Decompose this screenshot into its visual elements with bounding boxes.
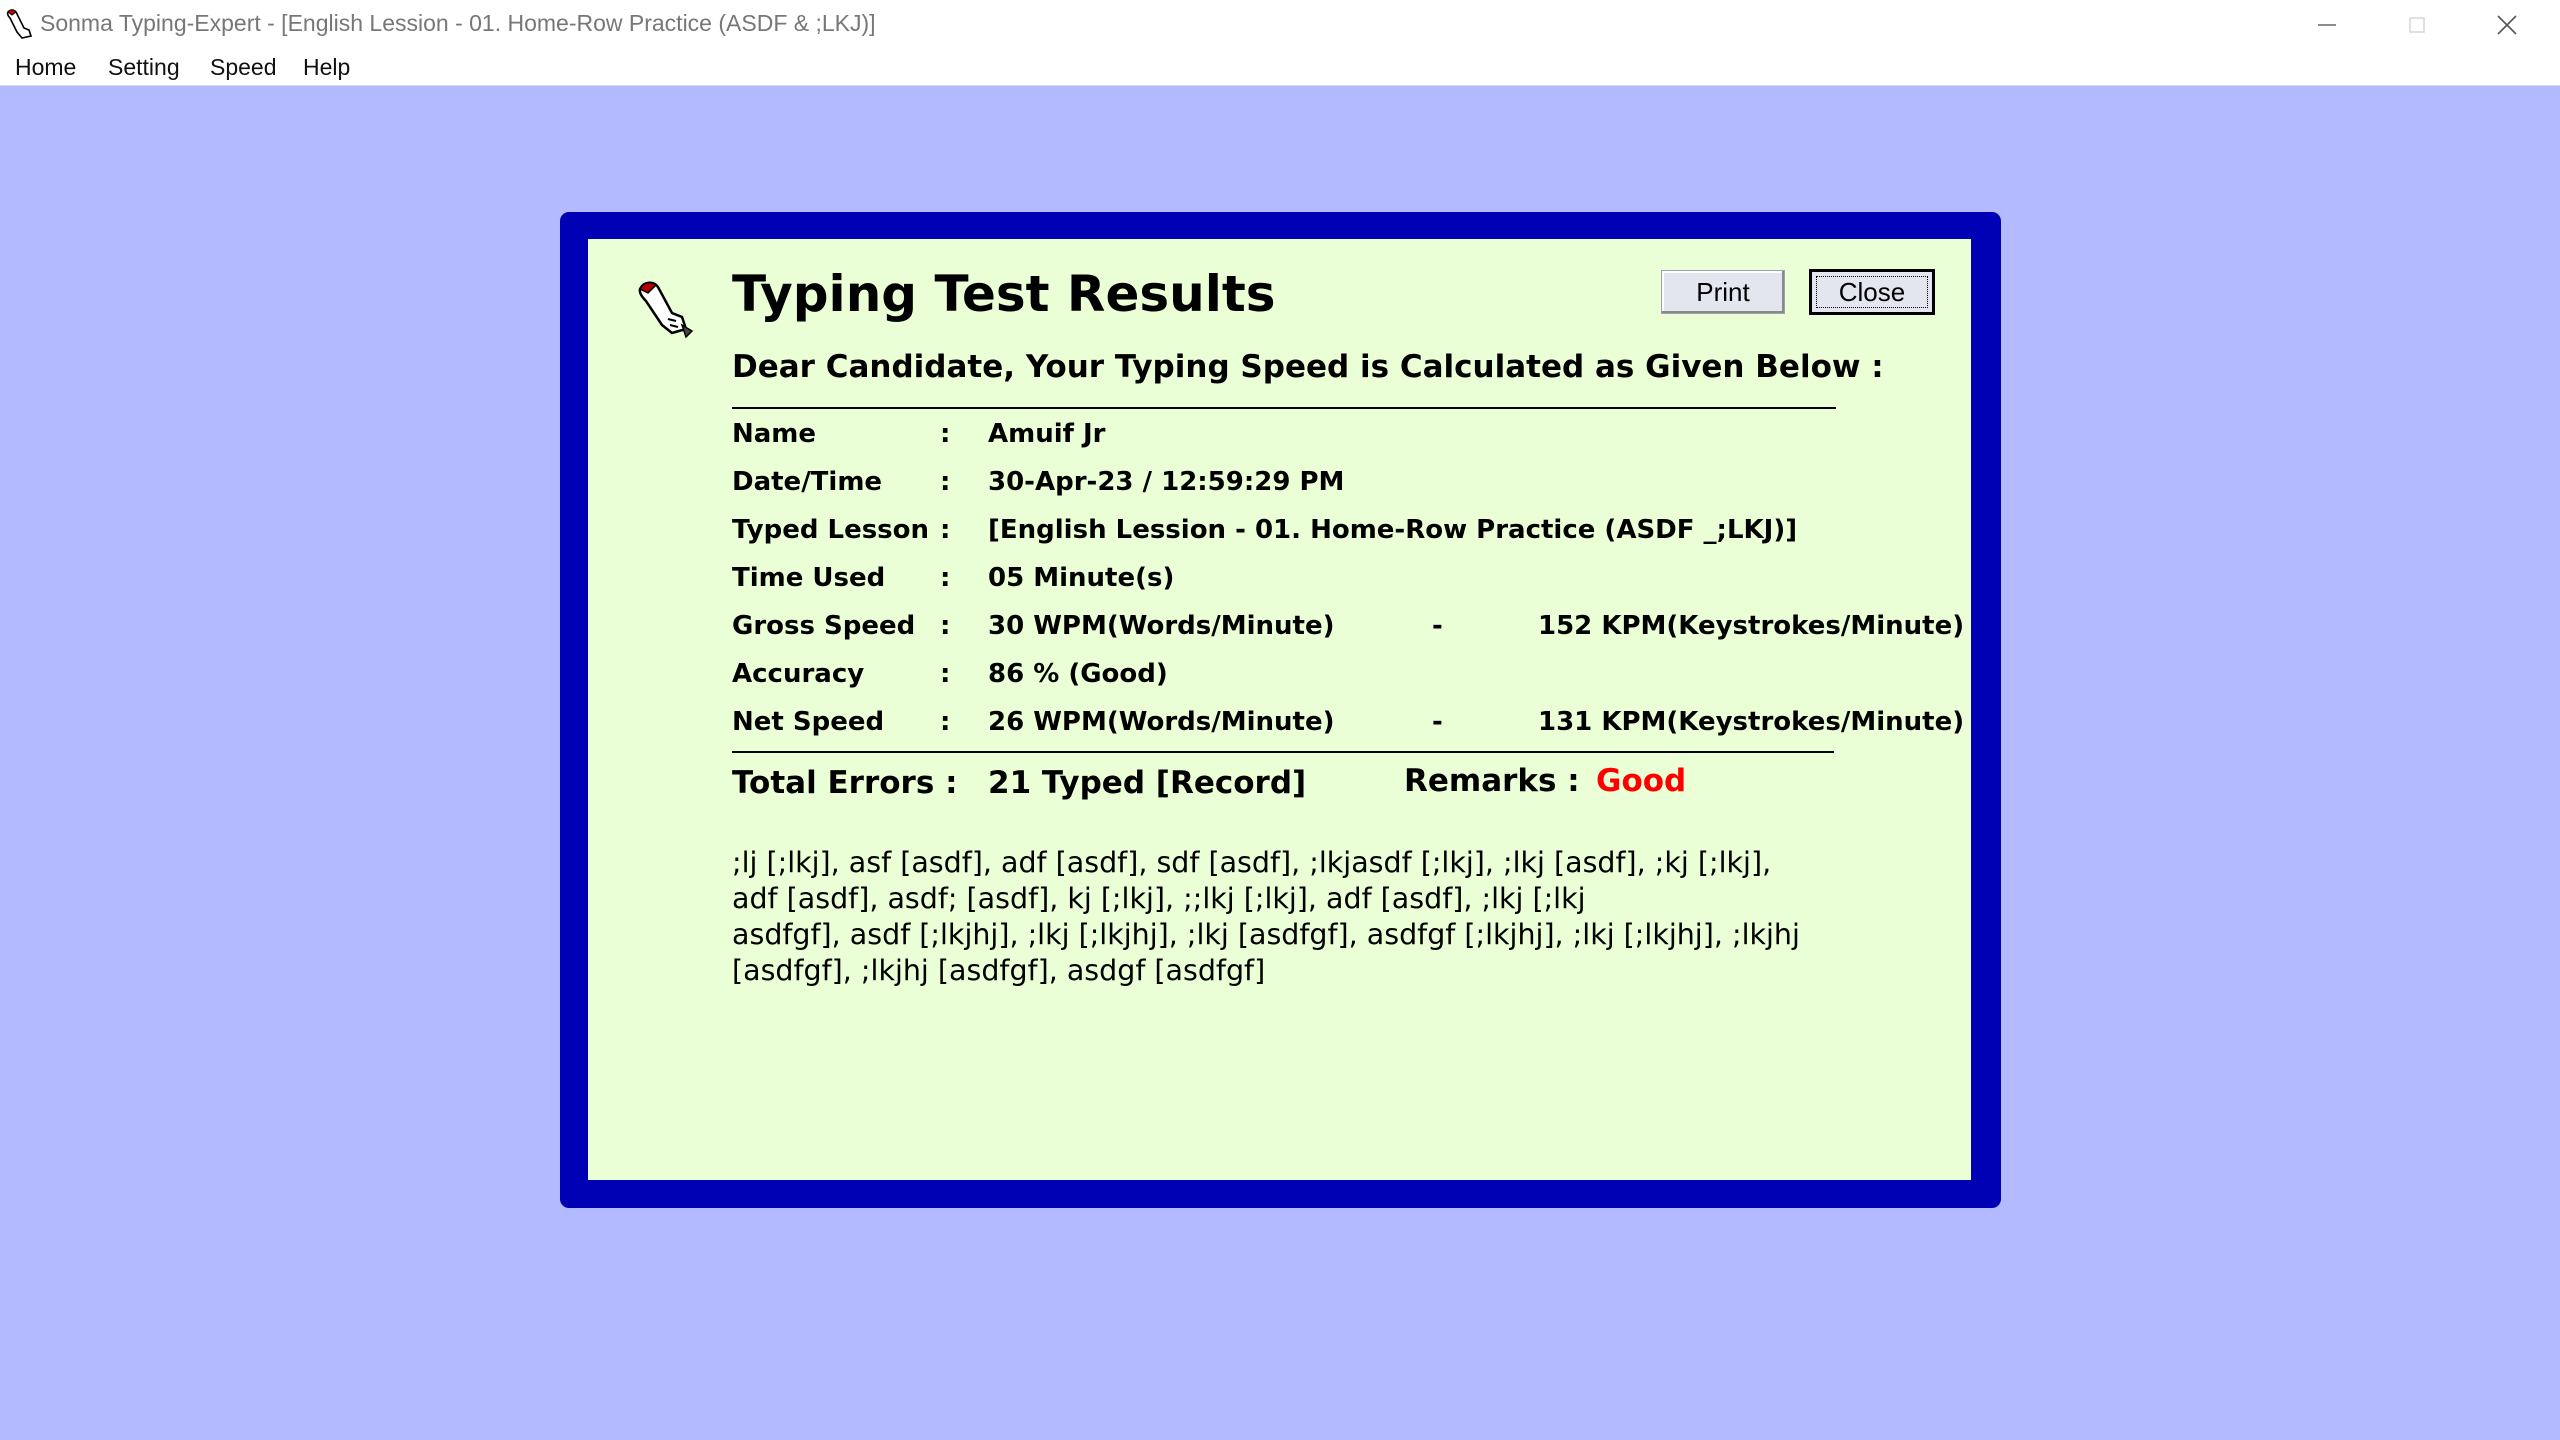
typing-hand-icon (638, 281, 694, 339)
row-value: 30 WPM(Words/Minute) (988, 611, 1335, 641)
row-value: [English Lession - 01. Home-Row Practice… (988, 515, 1798, 545)
errors-line: [asdfgf], ;lkjhj [asdfgf], asdgf [asdfgf… (732, 954, 1266, 987)
menu-bar: Home Setting Speed Help (0, 49, 2560, 86)
window-title: Sonma Typing-Expert - [English Lession -… (40, 10, 876, 36)
divider (732, 407, 1836, 409)
divider (732, 751, 1834, 753)
close-window-button[interactable] (2462, 0, 2552, 49)
row-value: 30-Apr-23 / 12:59:29 PM (988, 467, 1345, 497)
menu-setting[interactable]: Setting (106, 52, 182, 83)
row-value: 05 Minute(s) (988, 563, 1175, 593)
row-value: 26 WPM(Words/Minute) (988, 707, 1335, 737)
row-value: 86 % (Good) (988, 659, 1168, 689)
row-colon: : (940, 515, 951, 545)
dialog-subtitle: Dear Candidate, Your Typing Speed is Cal… (732, 349, 1884, 385)
minimize-icon (2318, 23, 2336, 26)
print-button[interactable]: Print (1661, 270, 1785, 314)
row-label: Accuracy (732, 659, 865, 689)
errors-list: ;lj [;lkj], asf [asdf], adf [asdf], sdf … (732, 845, 1942, 989)
dialog-title: Typing Test Results (732, 265, 1276, 323)
row-value: Amuif Jr (988, 419, 1106, 449)
maximize-button[interactable] (2372, 0, 2462, 49)
row-label: Date/Time (732, 467, 883, 497)
remarks-value: Good (1596, 763, 1687, 799)
row-dash: - (1432, 707, 1443, 737)
errors-line: asdfgf], asdf [;lkjhj], ;lkj [;lkjhj], ;… (732, 918, 1800, 951)
errors-line: ;lj [;lkj], asf [asdf], adf [asdf], sdf … (732, 846, 1772, 879)
row-colon: : (940, 467, 951, 497)
row-label: Time Used (732, 563, 886, 593)
total-errors-value: 21 Typed [Record] (988, 765, 1307, 801)
row-colon: : (940, 707, 951, 737)
results-dialog-frame: Typing Test Results Dear Candidate, Your… (560, 212, 2001, 1208)
remarks-label: Remarks : (1404, 763, 1580, 799)
row-colon: : (940, 563, 951, 593)
row-dash: - (1432, 611, 1443, 641)
row-colon: : (940, 659, 951, 689)
row-label: Name (732, 419, 817, 449)
row-value-kpm: 131 KPM(Keystrokes/Minute) (1538, 707, 1965, 737)
row-label: Typed Lesson (732, 515, 930, 545)
total-errors-label: Total Errors : (732, 765, 958, 801)
close-icon (2497, 14, 2517, 35)
row-label: Gross Speed (732, 611, 916, 641)
maximize-icon (2409, 16, 2425, 33)
app-icon (6, 9, 33, 39)
close-button-label: Close (1838, 276, 1906, 307)
errors-line: adf [asdf], asdf; [asdf], kj [;lkj], ;;l… (732, 882, 1586, 915)
row-label: Net Speed (732, 707, 885, 737)
menu-speed[interactable]: Speed (208, 52, 279, 83)
row-value-kpm: 152 KPM(Keystrokes/Minute) (1538, 611, 1965, 641)
row-colon: : (940, 419, 951, 449)
minimize-button[interactable] (2282, 0, 2372, 49)
row-colon: : (940, 611, 951, 641)
title-bar: Sonma Typing-Expert - [English Lession -… (0, 0, 2560, 49)
results-dialog: Typing Test Results Dear Candidate, Your… (588, 239, 1971, 1180)
menu-home[interactable]: Home (13, 52, 78, 83)
menu-help[interactable]: Help (301, 52, 352, 83)
close-button[interactable]: Close (1809, 269, 1935, 315)
